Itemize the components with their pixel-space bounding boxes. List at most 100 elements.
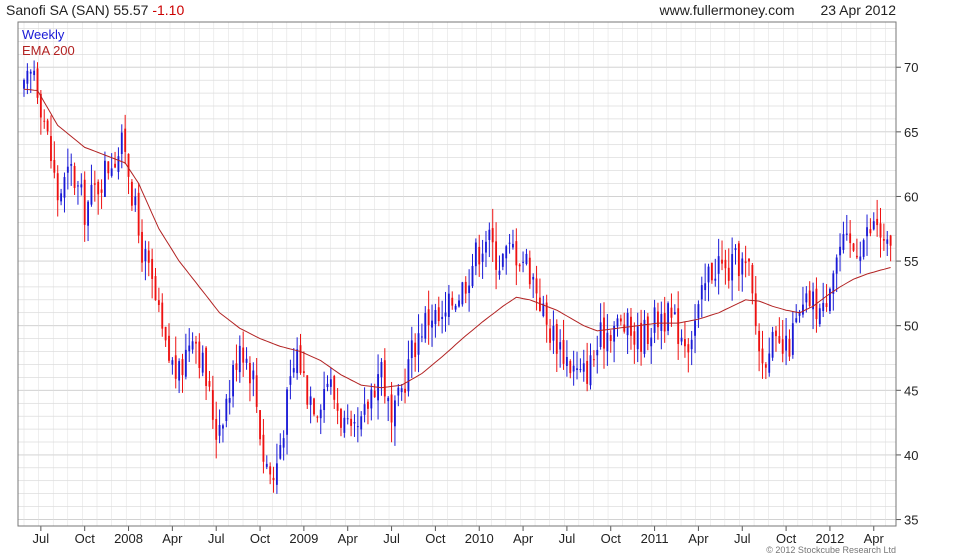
candle-body [468,285,471,294]
candle-body [505,246,508,259]
candle-body [886,239,889,244]
candle-body [582,363,585,372]
x-tick-label: 2012 [815,531,844,546]
candle-body [491,228,494,243]
candle-body [822,302,825,312]
candle-body [326,383,329,388]
candle-body [748,258,750,262]
candle-body [778,336,781,343]
candle-body [235,363,238,370]
x-tick-label: Jul [33,531,50,546]
candle-body [562,340,565,364]
candle-body [174,355,177,379]
candle-body [205,347,208,386]
candle-body [316,416,319,418]
candle-body [586,360,589,384]
candle-body [218,425,221,436]
candle-body [758,330,761,352]
candle-body [653,307,656,333]
candle-body [670,307,673,318]
x-axis: Jul Oct 2008 Apr Jul Oct 2009 Apr Jul Oct 2010 Apr J… [33,526,885,546]
candle-body [120,132,123,155]
candle-body [144,249,147,262]
candle-body [299,345,302,373]
candle-body [764,364,767,368]
candle-body [93,183,96,185]
candle-body [29,71,32,74]
candle-body [370,389,373,409]
candle-body [151,258,154,279]
candle-body [232,365,234,397]
candle-body [599,322,602,347]
candle-body [43,120,46,122]
candle-body [572,365,575,372]
candle-body [842,234,845,250]
candle-body [781,339,784,354]
y-axis: 35 40 45 50 55 60 65 70 [896,60,918,528]
candle-body [147,250,150,263]
candle-body [164,326,167,341]
candle-body [262,434,265,462]
candle-body [633,331,636,345]
candle-body [700,285,703,300]
x-tick-label: Oct [250,531,271,546]
candle-body [306,375,309,405]
x-tick-label: Oct [75,531,96,546]
y-tick-label: 70 [904,60,918,75]
candle-body [390,394,393,423]
ema-series [23,88,891,389]
candle-body [245,358,248,363]
candle-body [343,417,346,433]
x-tick-label: Oct [425,531,446,546]
candle-body [302,371,305,373]
candle-body [697,304,700,319]
candle-body [619,318,622,322]
candle-body [454,305,457,310]
candle-body [53,160,56,173]
candle-body [879,223,882,238]
candle-body [195,341,197,344]
candle-body [795,318,798,323]
candle-body [70,163,73,166]
candle-body [667,303,669,331]
candle-body [90,184,93,205]
candle-body [319,409,322,419]
candle-body [83,179,86,225]
candle-body [73,165,76,188]
x-tick-label: Apr [162,531,183,546]
candle-body [36,68,39,98]
candle-body [313,398,315,415]
candle-body [269,466,272,475]
candle-body [869,229,872,234]
candle-body [829,288,831,312]
candle-body [694,320,696,336]
candle-body [222,425,224,429]
candle-body [525,253,528,264]
candle-body [33,70,36,76]
candle-body [383,360,386,397]
candle-body [684,339,686,347]
x-tick-label: Oct [776,531,797,546]
candle-body [215,419,218,440]
candle-body [367,401,369,409]
candle-body [171,360,174,365]
candle-body [329,379,332,387]
candle-body [434,310,437,325]
candle-body [481,253,484,262]
x-tick-label: Jul [383,531,400,546]
candle-body [208,381,211,387]
candle-body [157,300,160,306]
candle-body [161,302,164,329]
candle-body [127,153,130,177]
candle-body [731,254,734,281]
candle-body [242,347,245,363]
x-tick-label: 2011 [641,531,669,546]
candle-body [336,403,339,411]
candle-body [882,239,885,241]
candle-body [636,326,639,350]
x-tick-label: Apr [513,531,534,546]
candle-body [839,246,841,256]
candle-body [474,242,477,267]
copyright-note: © 2012 Stockcube Research Ltd [766,545,896,555]
x-tick-label: Jul [559,531,576,546]
